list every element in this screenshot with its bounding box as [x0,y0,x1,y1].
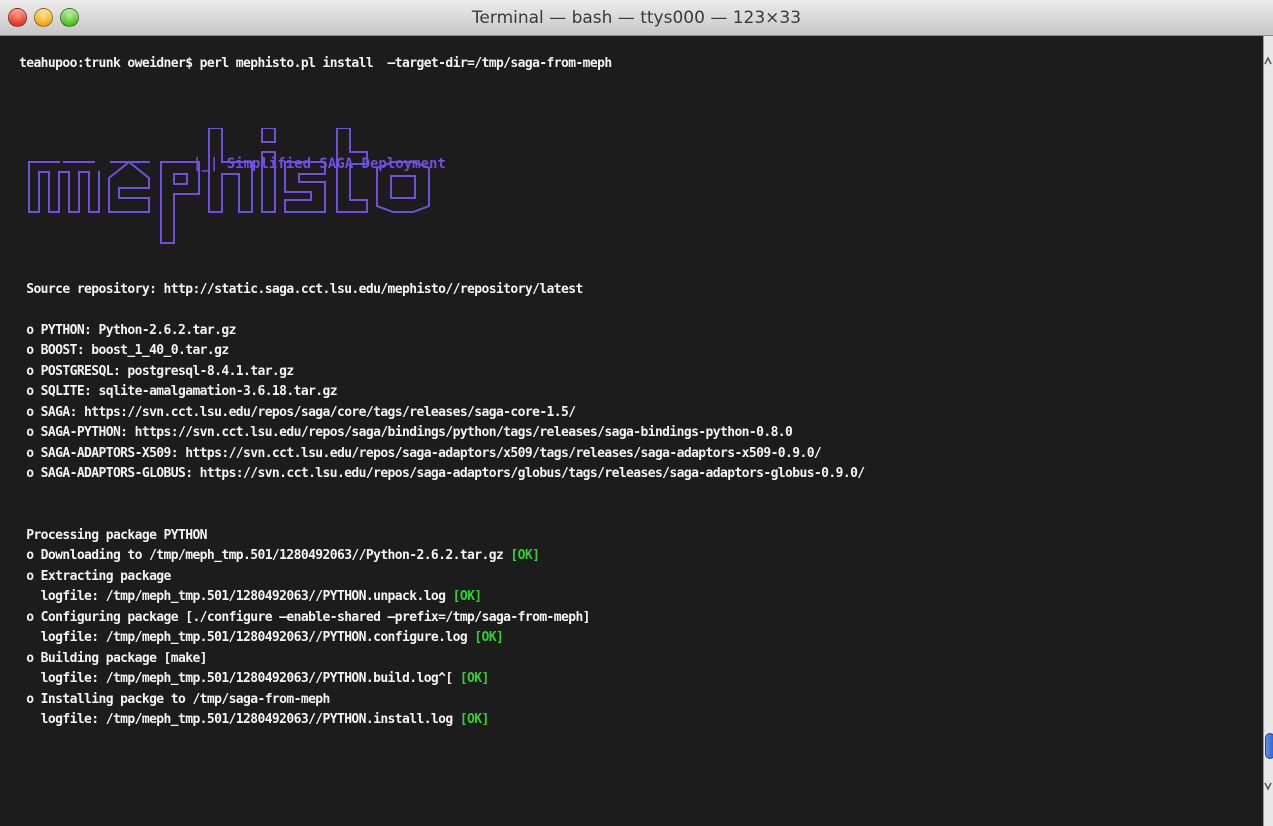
install-log: logfile: /tmp/meph_tmp.501/1280492063//P… [19,712,460,727]
build-log: logfile: /tmp/meph_tmp.501/1280492063//P… [19,671,460,686]
ok-status: [OK] [459,712,490,727]
configure-log: logfile: /tmp/meph_tmp.501/1280492063//P… [19,630,475,645]
scroll-thumb[interactable] [1265,733,1273,759]
package-line: o PYTHON: Python-2.6.2.tar.gz [19,322,236,338]
logo-outline [28,128,430,244]
prompt-line: teahupoo:trunk oweidner$ perl mephisto.p… [19,56,612,71]
step-line: logfile: /tmp/meph_tmp.501/1280492063//P… [19,587,865,608]
package-line: o SAGA: https://svn.cct.lsu.edu/repos/sa… [19,404,576,420]
mephisto-logo: mephisto [28,128,430,244]
terminal-window: Terminal — bash — ttys000 — 123×33 teahu… [0,0,1273,826]
ok-status: [OK] [459,671,490,686]
scroll-up-arrow-icon[interactable] [1263,50,1273,72]
processing-header: Processing package PYTHON [19,527,207,543]
package-line: o POSTGRESQL: postgresql-8.4.1.tar.gz [19,363,294,379]
ok-status: [OK] [510,548,540,563]
download-step: o Downloading to /tmp/meph_tmp.501/12804… [19,548,511,563]
package-line: o SAGA-ADAPTORS-GLOBUS: https://svn.cct.… [19,466,865,481]
window-title: Terminal — bash — ttys000 — 123×33 [471,8,802,28]
extract-step: o Extracting package [19,568,171,584]
vertical-scrollbar[interactable] [1263,36,1273,826]
logo-banner: |_| Simplified SAGA Deployment [193,156,446,172]
install-step: o Installing packge to /tmp/saga-from-me… [19,691,330,707]
step-line: o Downloading to /tmp/meph_tmp.501/12804… [19,546,865,567]
build-step: o Building package [make] [19,650,207,666]
package-line: o BOOST: boost_1_40_0.tar.gz [19,343,229,358]
extract-log: logfile: /tmp/meph_tmp.501/1280492063//P… [19,589,453,604]
ok-status: [OK] [452,589,483,604]
source-repository-line: Source repository: http://static.saga.cc… [19,281,583,297]
title-bar[interactable]: Terminal — bash — ttys000 — 123×33 [0,0,1273,36]
step-line: logfile: /tmp/meph_tmp.501/1280492063//P… [19,710,865,731]
terminal-content[interactable]: teahupoo:trunk oweidner$ perl mephisto.p… [0,36,1263,826]
step-line: logfile: /tmp/meph_tmp.501/1280492063//P… [19,669,865,690]
package-line: o SQLITE: sqlite-amalgamation-3.6.18.tar… [19,384,337,399]
ok-status: [OK] [474,630,504,645]
package-line: o SAGA-PYTHON: https://svn.cct.lsu.edu/r… [19,425,793,440]
step-line: logfile: /tmp/meph_tmp.501/1280492063//P… [19,628,865,649]
scroll-down-arrow-icon[interactable] [1263,775,1273,797]
banner-text: Simplified SAGA Deployment [226,156,446,172]
package-line: o SAGA-ADAPTORS-X509: https://svn.cct.ls… [19,445,822,461]
configure-step: o Configuring package [./configure —enab… [19,609,590,625]
